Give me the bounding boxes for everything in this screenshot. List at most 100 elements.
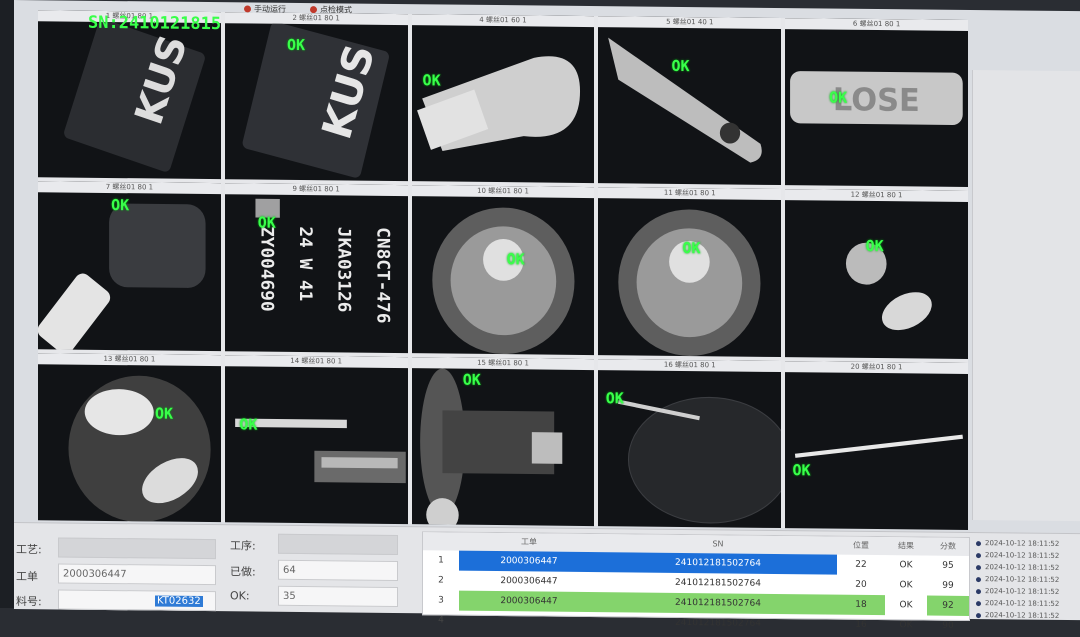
table-cell: 2000306447 (459, 590, 599, 613)
log-item: 2024-10-12 18:11:52 (976, 573, 1080, 586)
camera-view[interactable]: 9 螺丝01 80 1 CN8CT-476 JKA03126 24 W 41 ZY004… (224, 183, 408, 353)
camera-image: KUS (242, 23, 389, 178)
table-cell: 1 (438, 555, 444, 566)
table-cell: OK (899, 580, 913, 591)
table-cell: 241012181502764 (675, 577, 761, 589)
bullet-icon (976, 588, 981, 594)
camera-view[interactable]: 20 螺丝01 80 1 OK (785, 360, 968, 530)
ok-status: OK (257, 213, 276, 233)
camera-image (608, 37, 763, 163)
record-icon (310, 5, 317, 13)
table-cell: 2 (438, 575, 444, 586)
camera-view[interactable]: 5 螺丝01 40 1 OK (598, 16, 782, 186)
camera-image: KUS (64, 21, 205, 172)
svg-text:24 W 41: 24 W 41 (295, 227, 315, 302)
table-cell: 241012181502764 (599, 552, 837, 575)
ok-status: OK (422, 71, 441, 90)
camera-image (38, 203, 206, 351)
log-item: 2024-10-12 18:11:52 (976, 549, 1080, 562)
ok-status: OK (671, 57, 690, 76)
camera-view[interactable]: 12 螺丝01 80 1 OK (785, 189, 968, 359)
table-cell: 16 (855, 619, 867, 630)
ok-status: OK (605, 388, 624, 408)
ok-status: OK (829, 88, 848, 107)
column-header: 工单 (521, 537, 537, 547)
table-cell: 20 (855, 579, 867, 590)
ok-label: OK: (230, 589, 250, 603)
log-timestamp: 2024-10-12 18:11:52 (985, 551, 1060, 560)
table-cell: OK (899, 620, 913, 631)
process-field[interactable] (58, 537, 216, 560)
table-cell: 241012181502764 (675, 617, 761, 629)
column-header: 结果 (898, 541, 914, 551)
bullet-icon (976, 564, 981, 570)
ok-status: OK (682, 238, 701, 257)
column-header (423, 532, 459, 550)
log-timestamp: 2024-10-12 18:11:52 (985, 599, 1060, 608)
done-label: 已做: (230, 565, 256, 579)
ok-status: OK (506, 250, 525, 269)
table-cell: 90 (942, 620, 954, 631)
svg-text:ZY004690: ZY004690 (256, 226, 276, 312)
process-label: 工艺: (16, 543, 42, 557)
table-body: 1 2000306447 241012181502764 22 OK 95 2 2000306… (423, 550, 969, 636)
camera-view[interactable]: 7 螺丝01 80 1 OK (38, 181, 221, 351)
camera-image (431, 207, 575, 355)
ok-count-field: 35 (278, 585, 398, 608)
camera-view[interactable]: 1 螺丝01 80 1 KUS SN:2410121815 (38, 10, 221, 180)
ok-status: OK (792, 461, 811, 480)
camera-view[interactable]: 16 螺丝01 80 1 OK (598, 358, 782, 529)
step-field[interactable] (278, 533, 398, 556)
camera-grid: 1 螺丝01 80 1 KUS SN:2410121815 2 螺丝01 80 1 KU… (38, 10, 968, 530)
log-timestamp: 2024-10-12 18:11:52 (985, 539, 1060, 548)
camera-view[interactable]: 6 螺丝01 80 1 LOSE OK (785, 18, 968, 188)
table-cell: OK (899, 560, 913, 571)
camera-view[interactable]: 2 螺丝01 80 1 KUS OK (224, 12, 408, 182)
ok-status: OK (111, 195, 130, 214)
svg-text:CN8CT-476: CN8CT-476 (372, 227, 392, 324)
bullet-icon (976, 552, 981, 558)
step-label: 工序: (230, 539, 256, 553)
bullet-icon (976, 576, 981, 582)
camera-image (416, 56, 580, 151)
camera-image (234, 418, 406, 483)
column-header: 分数 (940, 541, 956, 551)
table-cell (459, 611, 599, 632)
bullet-icon (976, 540, 981, 546)
log-item: 2024-10-12 18:11:52 (976, 585, 1080, 598)
log-timestamp: 2024-10-12 18:11:52 (985, 575, 1060, 584)
camera-image (618, 209, 761, 357)
table-cell: 92 (927, 595, 969, 617)
log-timestamp: 2024-10-12 18:11:52 (985, 563, 1060, 572)
log-timestamp: 2024-10-12 18:11:52 (985, 611, 1060, 620)
ok-status: OK (462, 370, 481, 389)
camera-view[interactable]: 14 螺丝01 80 1 OK (224, 354, 408, 525)
sn-overlay: SN:2410121815 (88, 12, 221, 35)
camera-image (68, 375, 211, 522)
log-item: 2024-10-12 18:11:52 (976, 609, 1080, 622)
table-cell: 4 (438, 615, 444, 626)
camera-image (618, 396, 782, 524)
camera-image (846, 243, 932, 331)
table-cell: 2000306447 (500, 576, 558, 587)
ok-status: OK (239, 415, 258, 434)
log-item: 2024-10-12 18:11:52 (976, 537, 1080, 550)
log-timestamp: 2024-10-12 18:11:52 (985, 587, 1060, 596)
log-item: 2024-10-12 18:11:52 (976, 597, 1080, 610)
table-cell: OK (899, 600, 913, 611)
camera-view[interactable]: 11 螺丝01 80 1 OK (598, 187, 782, 357)
camera-view[interactable]: 10 螺丝01 80 1 OK (411, 185, 595, 355)
camera-view[interactable]: 13 螺丝01 80 1 OK (38, 352, 221, 523)
workorder-field[interactable]: 2000306447 (58, 563, 216, 586)
bullet-icon (976, 612, 981, 618)
right-panel (972, 70, 1080, 522)
camera-view[interactable]: 4 螺丝01 60 1 OK (411, 14, 595, 184)
table-cell: 241012181502764 (599, 592, 837, 615)
table-cell: 2000306447 (459, 550, 599, 573)
workorder-label: 工单 (16, 570, 38, 584)
camera-view[interactable]: 15 螺丝01 80 1 OK (411, 356, 595, 527)
material-label: 料号: (16, 595, 42, 609)
camera-image: CN8CT-476 JKA03126 24 W 41 ZY004690 (255, 199, 392, 324)
ok-status: OK (286, 36, 305, 55)
log-item: 2024-10-12 18:11:52 (976, 561, 1080, 574)
